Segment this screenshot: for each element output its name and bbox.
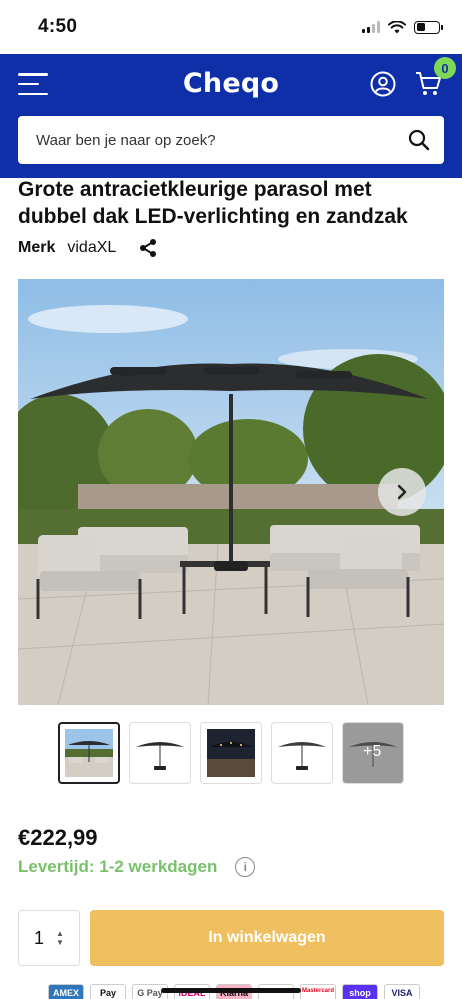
battery-icon (414, 20, 443, 34)
search-icon[interactable] (408, 129, 430, 151)
product-title: Grote antracietkleurige parasol met dubb… (18, 178, 408, 228)
thumbnail-1[interactable] (58, 722, 120, 784)
signal-icon (362, 21, 380, 33)
payment-apple-pay: Pay (90, 984, 126, 999)
delivery-info: Levertijd: 1-2 werkdagen i (18, 857, 256, 877)
chevron-right-icon (397, 484, 407, 500)
thumbnail-parasol-image (278, 742, 326, 770)
quantity-stepper[interactable]: 1 ▲ ▼ (18, 910, 80, 966)
product-main-image[interactable] (18, 279, 444, 705)
status-icons (362, 20, 443, 34)
payment-shop-pay: shop (342, 984, 378, 999)
thumbnail-strip: +5 (58, 722, 404, 784)
add-to-cart-button[interactable]: In winkelwagen (90, 910, 444, 966)
share-icon[interactable] (138, 238, 158, 258)
thumbnail-4[interactable] (271, 722, 333, 784)
thumbnail-3[interactable] (200, 722, 262, 784)
search-input[interactable] (36, 131, 408, 149)
product-price: €222,99 (18, 825, 98, 850)
account-icon[interactable] (368, 69, 398, 99)
thumbnail-more[interactable]: +5 (342, 722, 404, 784)
thumbnail-2[interactable] (129, 722, 191, 784)
payment-mastercard: Mastercard (300, 984, 336, 999)
site-header: Cheqo 0 (0, 54, 462, 178)
status-time: 4:50 (38, 16, 78, 37)
brand-value[interactable]: vidaXL (67, 239, 116, 257)
brand-row: Merk vidaXL (0, 235, 462, 261)
wifi-icon (388, 20, 406, 33)
thumbnail-scene-image (65, 729, 113, 777)
next-image-button[interactable] (378, 468, 426, 516)
status-bar: 4:50 (0, 0, 462, 54)
menu-icon[interactable] (18, 73, 48, 95)
stepper-arrows-icon[interactable]: ▲ ▼ (56, 929, 64, 947)
home-indicator[interactable] (161, 988, 301, 993)
payment-amex: AMEX (48, 984, 84, 999)
brand-label: Merk (18, 239, 56, 256)
more-images-count: +5 (363, 743, 382, 760)
thumbnail-parasol-image (136, 742, 184, 770)
quantity-value: 1 (34, 927, 45, 948)
thumbnail-night-image (207, 729, 255, 777)
search-bar[interactable] (18, 116, 444, 164)
delivery-time: Levertijd: 1-2 werkdagen (18, 857, 218, 876)
cart-count-badge: 0 (434, 57, 456, 79)
payment-visa: VISA (384, 984, 420, 999)
info-icon[interactable]: i (235, 857, 256, 877)
site-logo[interactable]: Cheqo (183, 68, 279, 99)
cart-icon[interactable]: 0 (414, 57, 456, 99)
